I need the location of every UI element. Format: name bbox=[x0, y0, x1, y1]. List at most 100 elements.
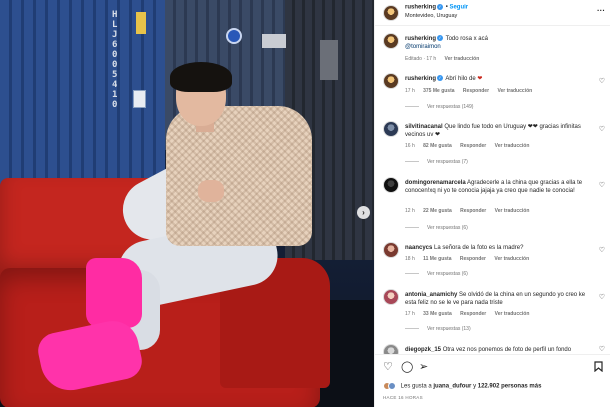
comment-username[interactable]: silvitinacanal bbox=[405, 124, 443, 130]
comment-meta: 17 h 375 Me gusta Responder Ver traducci… bbox=[405, 88, 539, 94]
view-replies[interactable]: Ver respuestas (6) bbox=[405, 271, 468, 277]
pink-boot-lower bbox=[34, 316, 146, 396]
follow-button[interactable]: Seguir bbox=[449, 5, 468, 11]
like-comment-heart-icon[interactable]: ♡ bbox=[599, 345, 605, 353]
comment-username[interactable]: domingorenamarcela bbox=[405, 180, 466, 186]
bookmark-icon[interactable] bbox=[594, 361, 603, 375]
replies-label: Ver respuestas (6) bbox=[427, 271, 468, 277]
comment-meta: 17 h 33 Me gusta Responder Ver traducció… bbox=[405, 311, 536, 317]
translate-link[interactable]: Ver traducción bbox=[495, 311, 530, 317]
heart-icon[interactable]: ♡ bbox=[383, 361, 393, 373]
reply-button[interactable]: Responder bbox=[463, 88, 489, 94]
heart-emoji: ❤ bbox=[477, 76, 483, 82]
comment-avatar[interactable] bbox=[383, 121, 399, 137]
comment-avatar[interactable] bbox=[383, 289, 399, 305]
translate-link[interactable]: Ver traducción bbox=[494, 256, 529, 262]
likes-summary: Les gusta a juana_dufour y 122.902 perso… bbox=[383, 382, 541, 390]
post-header: rusherking ✓ • Seguir Montevideo, Uruguay… bbox=[375, 0, 610, 26]
comment-username[interactable]: antonia_anamichy bbox=[405, 292, 457, 298]
like-comment-heart-icon[interactable]: ♡ bbox=[599, 181, 605, 189]
comment-item: domingorenamarcela Agradecerle a la chin… bbox=[375, 177, 610, 233]
like-comment-heart-icon[interactable]: ♡ bbox=[599, 77, 605, 85]
pink-boot-upper bbox=[86, 258, 142, 328]
view-replies[interactable]: Ver respuestas (13) bbox=[405, 326, 471, 332]
liker-avatar bbox=[388, 382, 396, 390]
verified-badge-icon: ✓ bbox=[437, 4, 444, 10]
comment-text-block: domingorenamarcela Agradecerle a la chin… bbox=[405, 179, 591, 195]
comment-likes[interactable]: 375 Me gusta bbox=[423, 88, 454, 94]
translate-link[interactable]: Ver traducción bbox=[497, 88, 532, 94]
comment-likes[interactable]: 82 Me gusta bbox=[423, 143, 452, 149]
comment-text-block: diegopzk_15 Otra vez nos ponemos de foto… bbox=[405, 346, 591, 354]
comment-text-block: naancycs La señora de la foto es la madr… bbox=[405, 244, 591, 252]
comment-item: diegopzk_15 Otra vez nos ponemos de foto… bbox=[375, 344, 610, 354]
view-replies[interactable]: Ver respuestas (7) bbox=[405, 159, 468, 165]
like-comment-heart-icon[interactable]: ♡ bbox=[599, 293, 605, 301]
comment-item: antonia_anamichy Se olvidó de la china e… bbox=[375, 289, 610, 339]
likes-user-link[interactable]: juana_dufour bbox=[433, 384, 471, 390]
comment-avatar[interactable] bbox=[383, 177, 399, 193]
caption-edited: Editado · 17 h bbox=[405, 56, 437, 62]
post-location[interactable]: Montevideo, Uruguay bbox=[405, 13, 457, 19]
separator-dot: • bbox=[445, 4, 448, 11]
comment-avatar[interactable] bbox=[383, 344, 399, 354]
author-avatar[interactable] bbox=[383, 5, 399, 21]
hair bbox=[170, 62, 232, 92]
caption-translate-link[interactable]: Ver traducción bbox=[445, 56, 480, 62]
post-photo[interactable]: HLJ 6005 4 1 0 › bbox=[0, 0, 374, 407]
reply-button[interactable]: Responder bbox=[460, 208, 486, 214]
reply-button[interactable]: Responder bbox=[460, 311, 486, 317]
replies-divider bbox=[405, 328, 419, 330]
replies-label: Ver respuestas (13) bbox=[427, 326, 471, 332]
caption-username[interactable]: rusherking bbox=[405, 36, 436, 42]
author-username[interactable]: rusherking bbox=[405, 5, 436, 11]
comment-meta: 16 h 82 Me gusta Responder Ver traducció… bbox=[405, 143, 536, 149]
comment-username[interactable]: diegopzk_15 bbox=[405, 347, 441, 353]
comment-icon[interactable]: ◯ bbox=[401, 361, 413, 373]
send-icon[interactable]: ➢ bbox=[419, 361, 428, 373]
replies-divider bbox=[405, 227, 419, 229]
reply-button[interactable]: Responder bbox=[460, 256, 486, 262]
like-comment-heart-icon[interactable]: ♡ bbox=[599, 246, 605, 254]
verified-badge-icon: ✓ bbox=[437, 75, 444, 82]
instagram-post-view: HLJ 6005 4 1 0 › rusherking ✓ • Seguir M… bbox=[0, 0, 610, 407]
caption-text-block: rusherking ✓ Todo rosa x acá @tomiraimon bbox=[405, 35, 591, 51]
chevron-right-icon[interactable]: › bbox=[357, 206, 370, 219]
replies-divider bbox=[405, 273, 419, 275]
replies-divider bbox=[405, 161, 419, 163]
replies-label: Ver respuestas (7) bbox=[427, 159, 468, 165]
view-replies[interactable]: Ver respuestas (6) bbox=[405, 225, 468, 231]
comment-meta: 12 h 22 Me gusta Responder Ver traducció… bbox=[405, 208, 536, 214]
comment-meta: 18 h 11 Me gusta Responder Ver traducció… bbox=[405, 256, 536, 262]
comment-likes[interactable]: 22 Me gusta bbox=[423, 208, 452, 214]
comment-time: 18 h bbox=[405, 256, 415, 262]
comment-likes[interactable]: 11 Me gusta bbox=[423, 256, 451, 262]
comment-username[interactable]: rusherking bbox=[405, 76, 436, 82]
reply-button[interactable]: Responder bbox=[460, 143, 486, 149]
view-replies[interactable]: Ver respuestas (149) bbox=[405, 104, 473, 110]
comment-likes[interactable]: 33 Me gusta bbox=[423, 311, 452, 317]
comment-text-block: silvitinacanal Que lindo fue todo en Uru… bbox=[405, 123, 591, 139]
translate-link[interactable]: Ver traducción bbox=[495, 143, 530, 149]
comment-avatar[interactable] bbox=[383, 73, 399, 89]
likes-count-link[interactable]: 122.902 personas más bbox=[478, 384, 542, 390]
post-actions-bar: ♡ ◯ ➢ Les gusta a juana_dufour y 122.902… bbox=[375, 354, 610, 407]
verified-badge-icon: ✓ bbox=[437, 35, 444, 42]
like-comment-heart-icon[interactable]: ♡ bbox=[599, 125, 605, 133]
comment-item: silvitinacanal Que lindo fue todo en Uru… bbox=[375, 121, 610, 167]
caption-avatar[interactable] bbox=[383, 33, 399, 49]
comment-avatar[interactable] bbox=[383, 242, 399, 258]
likes-prefix: Les gusta a bbox=[400, 383, 432, 390]
comment-suffix: uv ❤ bbox=[427, 132, 441, 138]
caption-mention-link[interactable]: @tomiraimon bbox=[405, 44, 441, 50]
comment-username[interactable]: naancycs bbox=[405, 245, 432, 251]
likes-connector: y bbox=[473, 383, 477, 390]
author-line: rusherking ✓ • Seguir bbox=[405, 4, 468, 11]
more-horizontal-icon[interactable]: ··· bbox=[597, 6, 605, 15]
caption-meta: Editado · 17 h Ver traducción bbox=[405, 56, 486, 62]
replies-label: Ver respuestas (149) bbox=[427, 104, 474, 110]
hand bbox=[198, 180, 224, 202]
translate-link[interactable]: Ver traducción bbox=[495, 208, 530, 214]
comment-text: Otra vez nos ponemos de foto de perfil u… bbox=[442, 347, 572, 353]
knit-sweater bbox=[166, 106, 312, 246]
